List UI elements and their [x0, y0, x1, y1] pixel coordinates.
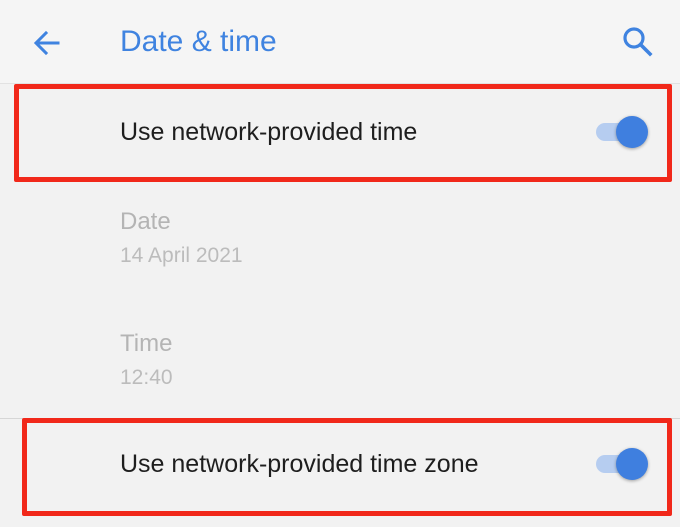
- back-button[interactable]: [30, 26, 64, 60]
- section-divider: [0, 418, 680, 419]
- time-setting: Time 12:40: [0, 310, 680, 410]
- time-title: Time: [120, 330, 173, 357]
- network-time-toggle[interactable]: [594, 112, 650, 152]
- network-time-setting[interactable]: Use network-provided time: [0, 88, 680, 180]
- date-value: 14 April 2021: [120, 244, 243, 267]
- toggle-thumb: [616, 116, 648, 148]
- search-button[interactable]: [620, 24, 656, 60]
- time-value: 12:40: [120, 366, 173, 389]
- network-time-zone-toggle[interactable]: [594, 444, 650, 484]
- network-time-label: Use network-provided time: [120, 118, 418, 146]
- arrow-left-icon: [33, 30, 60, 56]
- date-setting: Date 14 April 2021: [0, 190, 680, 290]
- toggle-thumb: [616, 448, 648, 480]
- app-bar: Date & time: [0, 0, 680, 84]
- network-time-zone-label: Use network-provided time zone: [120, 450, 479, 478]
- network-time-zone-setting[interactable]: Use network-provided time zone: [0, 420, 680, 527]
- search-icon: [623, 27, 653, 57]
- page-title: Date & time: [120, 25, 277, 58]
- date-title: Date: [120, 208, 171, 235]
